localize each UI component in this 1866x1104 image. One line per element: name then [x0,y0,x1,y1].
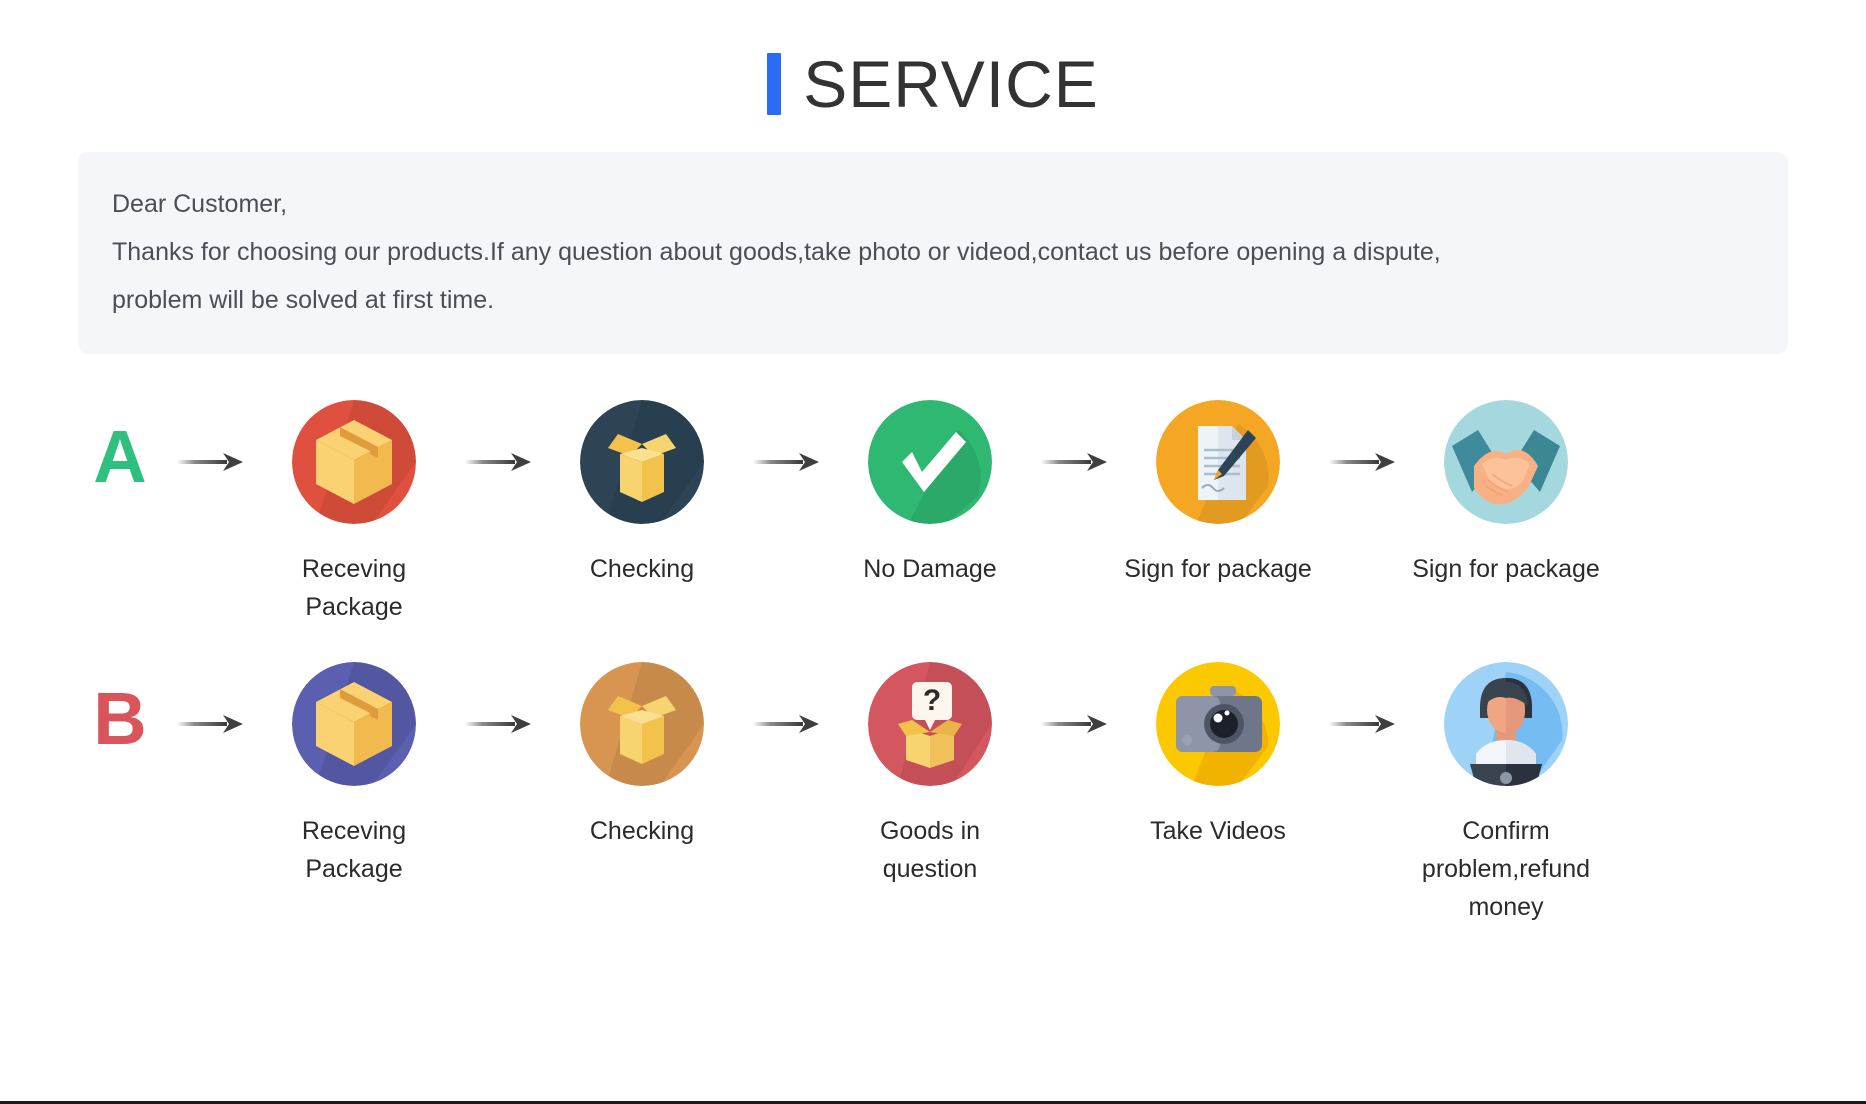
flow-step-a-2: Checking [544,382,740,588]
flow-row-b: B Receving Package Checking ? Goods in q… [76,644,1790,926]
flow-step-a-3: No Damage [832,382,1028,588]
flow-step-label: Goods in question [879,817,981,883]
notice-line-3: problem will be solved at first time. [112,286,495,314]
check-mark-icon [868,400,992,524]
arrow-right-icon [452,644,544,804]
flow-step-a-5: Sign for package [1408,382,1604,588]
notice-line-1: Dear Customer, [112,190,288,218]
flow-step-b-2: Checking [544,644,740,850]
page-header: SERVICE [0,0,1866,120]
flow-step-label: Take Videos [1150,817,1286,845]
arrow-right-icon [164,644,256,804]
service-flow-section: A Receving Package Checking No Damage Si… [0,382,1866,926]
camera-icon [1156,662,1280,786]
customer-notice-box: Dear Customer, Thanks for choosing our p… [78,152,1788,354]
flow-step-label: Receving Package [301,555,407,621]
arrow-right-icon [740,644,832,804]
flow-step-label: Confirm problem,refund money [1421,817,1591,921]
support-agent-icon [1444,662,1568,786]
arrow-right-icon [1316,382,1408,542]
document-pen-icon [1156,400,1280,524]
flow-step-label: No Damage [863,555,997,583]
open-box-icon [580,400,704,524]
arrow-right-icon [740,382,832,542]
flow-step-label: Sign for package [1124,555,1312,583]
flow-step-b-3: ? Goods in question [832,644,1028,888]
flow-label-b: B [93,677,147,760]
arrow-right-icon [1316,644,1408,804]
flow-step-b-4: Take Videos [1120,644,1316,850]
flow-row-a: A Receving Package Checking No Damage Si… [76,382,1790,626]
svg-text:?: ? [923,684,941,717]
page-title: SERVICE [803,47,1099,121]
notice-line-2: Thanks for choosing our products.If any … [112,238,1441,266]
flow-step-label: Checking [589,817,695,845]
closed-package-icon [292,400,416,524]
flow-step-label: Receving Package [301,817,407,883]
flow-step-b-5: Confirm problem,refund money [1408,644,1604,926]
closed-package-icon [292,662,416,786]
title-accent-bar [767,53,782,115]
flow-step-label: Sign for package [1412,555,1600,583]
arrow-right-icon [1028,644,1120,804]
question-box-icon: ? [868,662,992,786]
arrow-right-icon [1028,382,1120,542]
arrow-right-icon [164,382,256,542]
arrow-right-icon [452,382,544,542]
flow-step-label: Checking [589,555,695,583]
flow-label-a: A [93,415,147,498]
flow-step-a-1: Receving Package [256,382,452,626]
open-box-icon [580,662,704,786]
flow-step-a-4: Sign for package [1120,382,1316,588]
service-page: SERVICE Dear Customer, Thanks for choosi… [0,0,1866,1104]
handshake-icon [1444,400,1568,524]
flow-step-b-1: Receving Package [256,644,452,888]
